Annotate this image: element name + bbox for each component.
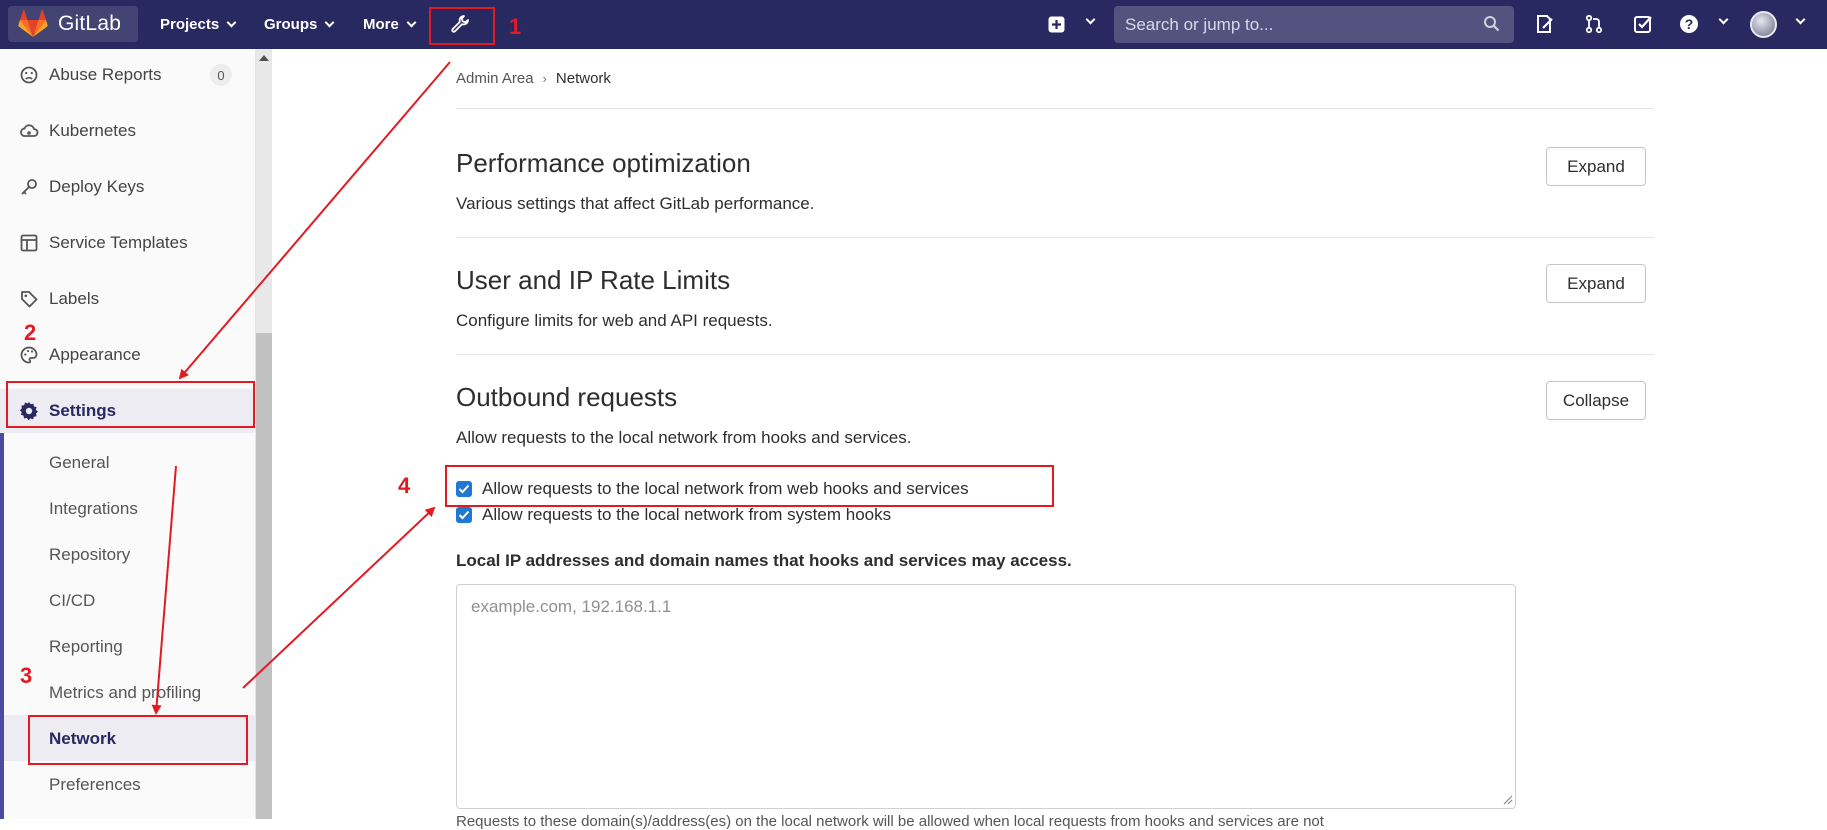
- sidebar-item-kubernetes[interactable]: Kubernetes: [0, 109, 255, 153]
- sidebar-subitem-reporting[interactable]: Reporting: [49, 637, 123, 657]
- expand-rate-limits-button[interactable]: Expand: [1546, 264, 1646, 303]
- gitlab-logo-icon: [18, 10, 48, 37]
- annotation-number-4: 4: [398, 473, 411, 498]
- allowlist-textarea[interactable]: [456, 584, 1516, 809]
- section-title-outbound: Outbound requests: [456, 382, 678, 412]
- nav-projects-label: Projects: [160, 16, 220, 33]
- sidebar-item-label: Kubernetes: [49, 121, 136, 140]
- sidebar-item-label: Deploy Keys: [49, 177, 145, 196]
- section-desc-performance: Various settings that affect GitLab perf…: [456, 194, 815, 213]
- nav-projects-dropdown[interactable]: Projects: [160, 0, 237, 49]
- cloud-gear-icon: [18, 120, 40, 142]
- tag-icon: [18, 288, 40, 310]
- sidebar-item-label: Abuse Reports: [49, 65, 162, 84]
- divider: [456, 237, 1654, 238]
- system-hooks-checkbox[interactable]: [456, 507, 472, 523]
- sidebar-item-service-templates[interactable]: Service Templates: [0, 221, 255, 265]
- system-hooks-checkbox-label[interactable]: Allow requests to the local network from…: [482, 505, 891, 525]
- collapse-outbound-button[interactable]: Collapse: [1546, 381, 1646, 420]
- sidebar-subitem-preferences[interactable]: Preferences: [49, 775, 141, 795]
- chevron-right-icon: ›: [542, 71, 547, 86]
- brand-name: GitLab: [58, 12, 122, 35]
- allowlist-field-label: Local IP addresses and domain names that…: [456, 551, 1072, 570]
- search-icon: [1484, 16, 1500, 32]
- sidebar-item-label: Labels: [49, 289, 100, 308]
- section-title-rate-limits: User and IP Rate Limits: [456, 265, 731, 295]
- issues-icon[interactable]: [1534, 13, 1556, 35]
- chevron-down-icon: [406, 17, 417, 28]
- nav-more-dropdown[interactable]: More: [363, 0, 417, 49]
- nav-groups-dropdown[interactable]: Groups: [264, 0, 335, 49]
- annotation-number-3: 3: [20, 663, 33, 688]
- chevron-down-icon: [226, 17, 237, 28]
- section-desc-rate-limits: Configure limits for web and API request…: [456, 311, 773, 330]
- help-icon[interactable]: ?: [1678, 13, 1700, 35]
- breadcrumb-admin-area-link[interactable]: Admin Area: [456, 70, 534, 87]
- sidebar-scrollbar-thumb[interactable]: [256, 333, 272, 819]
- divider: [456, 354, 1654, 355]
- key-icon: [18, 176, 40, 198]
- checkbox-row-system-hooks[interactable]: Allow requests to the local network from…: [456, 505, 891, 525]
- top-navbar: GitLab Projects Groups More ?: [0, 0, 1827, 49]
- annotation-box-admin-wrench: [429, 7, 495, 45]
- todo-icon[interactable]: [1632, 13, 1654, 35]
- annotation-box-settings: [6, 381, 255, 428]
- expand-performance-button[interactable]: Expand: [1546, 147, 1646, 186]
- sidebar-subitem-repository[interactable]: Repository: [49, 545, 130, 565]
- avatar[interactable]: [1750, 11, 1777, 38]
- plus-square-icon: [1048, 16, 1064, 32]
- sidebar-item-appearance[interactable]: Appearance: [0, 333, 255, 377]
- section-desc-outbound: Allow requests to the local network from…: [456, 428, 912, 447]
- new-item-dropdown[interactable]: [1045, 13, 1067, 35]
- chevron-down-icon: [324, 17, 335, 28]
- sidebar-subitem-general[interactable]: General: [49, 453, 109, 473]
- abuse-reports-count-badge: 0: [210, 64, 232, 86]
- annotation-box-webhooks-checkbox: [445, 465, 1054, 507]
- sidebar-subitem-integrations[interactable]: Integrations: [49, 499, 138, 519]
- template-icon: [18, 232, 40, 254]
- resize-handle-icon[interactable]: [1503, 795, 1513, 805]
- divider: [456, 108, 1654, 109]
- breadcrumb-current: Network: [555, 70, 611, 87]
- breadcrumb: Admin Area › Network: [456, 70, 611, 87]
- sidebar-item-labels[interactable]: Labels: [0, 277, 255, 321]
- sidebar-item-deploy-keys[interactable]: Deploy Keys: [0, 165, 255, 209]
- sidebar-item-abuse-reports[interactable]: Abuse Reports 0: [0, 53, 255, 97]
- frown-face-icon: [18, 64, 40, 86]
- annotation-number-1: 1: [509, 14, 522, 39]
- sidebar-subitem-ci-cd[interactable]: CI/CD: [49, 591, 95, 611]
- merge-request-icon[interactable]: [1583, 13, 1605, 35]
- sidebar-item-label: Service Templates: [49, 233, 188, 252]
- section-title-performance: Performance optimization: [456, 148, 751, 178]
- svg-text:?: ?: [1685, 16, 1694, 32]
- sidebar-subitem-metrics-and-profiling[interactable]: Metrics and profiling: [49, 683, 201, 703]
- nav-groups-label: Groups: [264, 16, 318, 33]
- chevron-down-icon: [1795, 14, 1806, 25]
- checkmark-icon: [458, 510, 470, 520]
- annotation-box-network: [28, 715, 248, 765]
- chevron-down-icon: [1085, 14, 1096, 25]
- palette-icon: [18, 344, 40, 366]
- admin-sidebar: Abuse Reports 0 Kubernetes Deploy Keys S…: [0, 49, 256, 819]
- allowlist-help-text: Requests to these domain(s)/address(es) …: [456, 813, 1324, 830]
- gitlab-home-link[interactable]: GitLab: [8, 6, 138, 42]
- nav-more-label: More: [363, 16, 399, 33]
- chevron-down-icon: [1718, 14, 1729, 25]
- annotation-number-2: 2: [24, 320, 37, 345]
- scroll-up-arrow-icon[interactable]: [259, 55, 269, 61]
- sidebar-item-label: Appearance: [49, 345, 141, 364]
- search-input[interactable]: [1114, 6, 1514, 43]
